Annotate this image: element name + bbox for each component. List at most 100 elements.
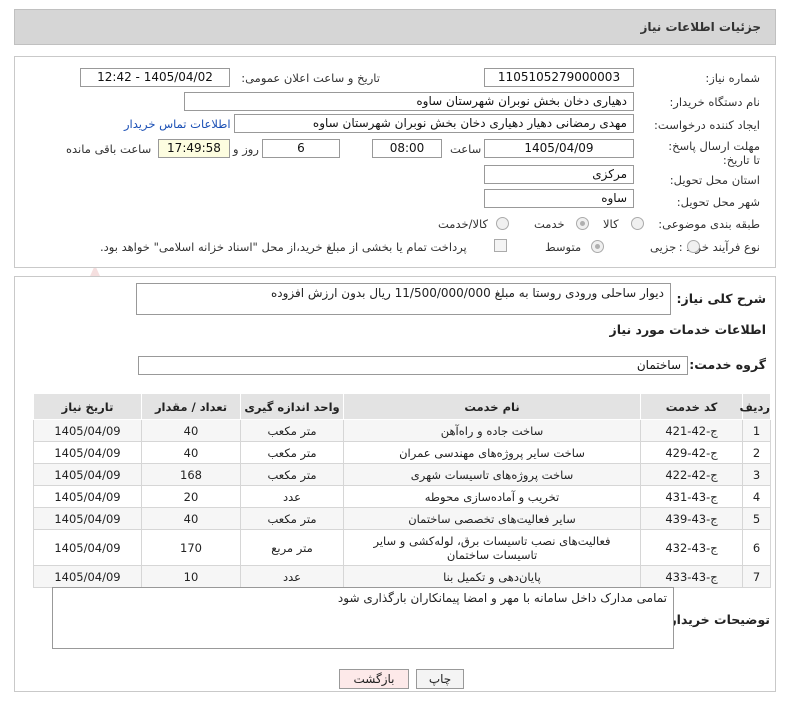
service-unit: عدد <box>240 565 344 588</box>
service-unit: متر مکعب <box>240 441 344 464</box>
service-need-date: 1405/04/09 <box>33 419 142 442</box>
service-name: تخریب و آماده‌سازی محوطه <box>343 485 641 508</box>
column-header: نام خدمت <box>343 393 641 420</box>
category-option-goods-service: کالا/خدمت <box>438 217 489 231</box>
days-remaining: 6 <box>262 139 340 158</box>
deadline-date: 1405/04/09 <box>484 139 634 158</box>
summary-label: شرح کلی نیاز: <box>676 291 766 306</box>
summary-text: دیوار ساحلی ورودی روستا به مبلغ 11/500/0… <box>136 283 671 315</box>
page-title: جزئیات اطلاعات نیاز <box>640 20 761 34</box>
service-need-date: 1405/04/09 <box>33 441 142 464</box>
service-quantity: 40 <box>141 441 241 464</box>
row-number: 7 <box>742 565 771 588</box>
buyer-notes-label: توضیحات خریدار: <box>664 612 770 627</box>
days-label: روز و <box>233 142 259 156</box>
service-group-label: گروه خدمت: <box>689 357 766 372</box>
category-option-service: خدمت <box>534 217 565 231</box>
time-remaining-label: ساعت باقی مانده <box>66 142 152 156</box>
service-unit: عدد <box>240 485 344 508</box>
service-need-date: 1405/04/09 <box>33 529 142 566</box>
back-button[interactable]: بازگشت <box>339 669 409 689</box>
announce-datetime-value: 1405/04/02 - 12:42 <box>80 68 230 87</box>
requester-value: مهدی رمضانی دهیار دهیاری دخان بخش نوبران… <box>234 114 634 133</box>
service-quantity: 170 <box>141 529 241 566</box>
row-number: 4 <box>742 485 771 508</box>
service-unit: متر مکعب <box>240 507 344 530</box>
column-header: تعداد / مقدار <box>141 393 241 420</box>
column-header: واحد اندازه گیری <box>240 393 344 420</box>
service-need-date: 1405/04/09 <box>33 507 142 530</box>
service-quantity: 40 <box>141 507 241 530</box>
service-name: سایر فعالیت‌های تخصصی ساختمان <box>343 507 641 530</box>
need-number-value: 1105105279000003 <box>484 68 634 87</box>
service-quantity: 20 <box>141 485 241 508</box>
deadline-label: مهلت ارسال پاسخ: تا تاریخ: <box>668 139 760 167</box>
announce-datetime-label: تاریخ و ساعت اعلان عمومی: <box>241 71 380 85</box>
row-number: 3 <box>742 463 771 486</box>
service-quantity: 40 <box>141 419 241 442</box>
table-row: 5 ج-43-439 سایر فعالیت‌های تخصصی ساختمان… <box>33 507 771 530</box>
treasury-payment-checkbox[interactable] <box>494 239 507 252</box>
service-need-date: 1405/04/09 <box>33 485 142 508</box>
process-radio-minor[interactable] <box>687 240 700 253</box>
buyer-contact-link[interactable]: اطلاعات تماس خریدار <box>124 117 231 131</box>
service-quantity: 10 <box>141 565 241 588</box>
service-need-date: 1405/04/09 <box>33 565 142 588</box>
table-header-row: ردیف کد خدمت نام خدمت واحد اندازه گیری ت… <box>33 393 771 420</box>
print-button[interactable]: چاپ <box>416 669 464 689</box>
category-radio-goods-service[interactable] <box>496 217 509 230</box>
column-header: تاریخ نیاز <box>33 393 142 420</box>
category-label: طبقه بندی موضوعی: <box>658 217 760 231</box>
service-name: ساخت پروژه‌های تاسیسات شهری <box>343 463 641 486</box>
deadline-time-label: ساعت <box>450 142 482 156</box>
table-row: 4 ج-43-431 تخریب و آماده‌سازی محوطه عدد … <box>33 485 771 508</box>
category-option-goods: کالا <box>603 217 619 231</box>
table-row: 1 ج-42-421 ساخت جاده و راه‌آهن متر مکعب … <box>33 419 771 442</box>
treasury-payment-note: پرداخت تمام یا بخشی از مبلغ خرید،از محل … <box>100 240 467 254</box>
service-code: ج-43-439 <box>640 507 743 530</box>
service-code: ج-42-429 <box>640 441 743 464</box>
service-code: ج-42-421 <box>640 419 743 442</box>
buyer-org-label: نام دستگاه خریدار: <box>669 95 760 109</box>
city-label: شهر محل تحویل: <box>676 195 760 209</box>
category-radio-service[interactable] <box>576 217 589 230</box>
province-label: استان محل تحویل: <box>669 173 760 187</box>
table-row: 2 ج-42-429 ساخت سایر پروژه‌های مهندسی عم… <box>33 441 771 464</box>
service-unit: متر مکعب <box>240 463 344 486</box>
service-need-date: 1405/04/09 <box>33 463 142 486</box>
buyer-notes-text: تمامی مدارک داخل سامانه با مهر و امضا پی… <box>52 587 674 649</box>
buyer-org-value: دهیاری دخان بخش نوبران شهرستان ساوه <box>184 92 634 111</box>
service-unit: متر مربع <box>240 529 344 566</box>
page-header: جزئیات اطلاعات نیاز <box>14 9 776 45</box>
service-name: پایان‌دهی و تکمیل بنا <box>343 565 641 588</box>
time-remaining: 17:49:58 <box>158 139 230 158</box>
table-row: 6 ج-43-432 فعالیت‌های نصب تاسیسات برق، ل… <box>33 529 771 566</box>
table-row: 3 ج-42-422 ساخت پروژه‌های تاسیسات شهری م… <box>33 463 771 486</box>
service-name: فعالیت‌های نصب تاسیسات برق، لوله‌کشی و س… <box>343 529 641 566</box>
service-code: ج-43-431 <box>640 485 743 508</box>
province-value: مرکزی <box>484 165 634 184</box>
category-radio-goods[interactable] <box>631 217 644 230</box>
service-unit: متر مکعب <box>240 419 344 442</box>
city-value: ساوه <box>484 189 634 208</box>
services-table-wrapper: ردیف کد خدمت نام خدمت واحد اندازه گیری ت… <box>33 393 771 588</box>
need-number-label: شماره نیاز: <box>705 71 760 85</box>
row-number: 5 <box>742 507 771 530</box>
process-radio-medium[interactable] <box>591 240 604 253</box>
services-section-title: اطلاعات خدمات مورد نیاز <box>609 322 767 337</box>
requester-label: ایجاد کننده درخواست: <box>654 118 760 132</box>
row-number: 2 <box>742 441 771 464</box>
process-option-minor: جزیی <box>650 240 677 254</box>
row-number: 1 <box>742 419 771 442</box>
service-code: ج-42-422 <box>640 463 743 486</box>
process-option-medium: متوسط <box>545 240 582 254</box>
service-name: ساخت جاده و راه‌آهن <box>343 419 641 442</box>
column-header: ردیف <box>739 393 771 420</box>
service-quantity: 168 <box>141 463 241 486</box>
service-name: ساخت سایر پروژه‌های مهندسی عمران <box>343 441 641 464</box>
deadline-time: 08:00 <box>372 139 442 158</box>
row-number: 6 <box>742 529 771 566</box>
service-code: ج-43-432 <box>640 529 743 566</box>
column-header: کد خدمت <box>640 393 743 420</box>
table-row: 7 ج-43-433 پایان‌دهی و تکمیل بنا عدد 10 … <box>33 565 771 588</box>
